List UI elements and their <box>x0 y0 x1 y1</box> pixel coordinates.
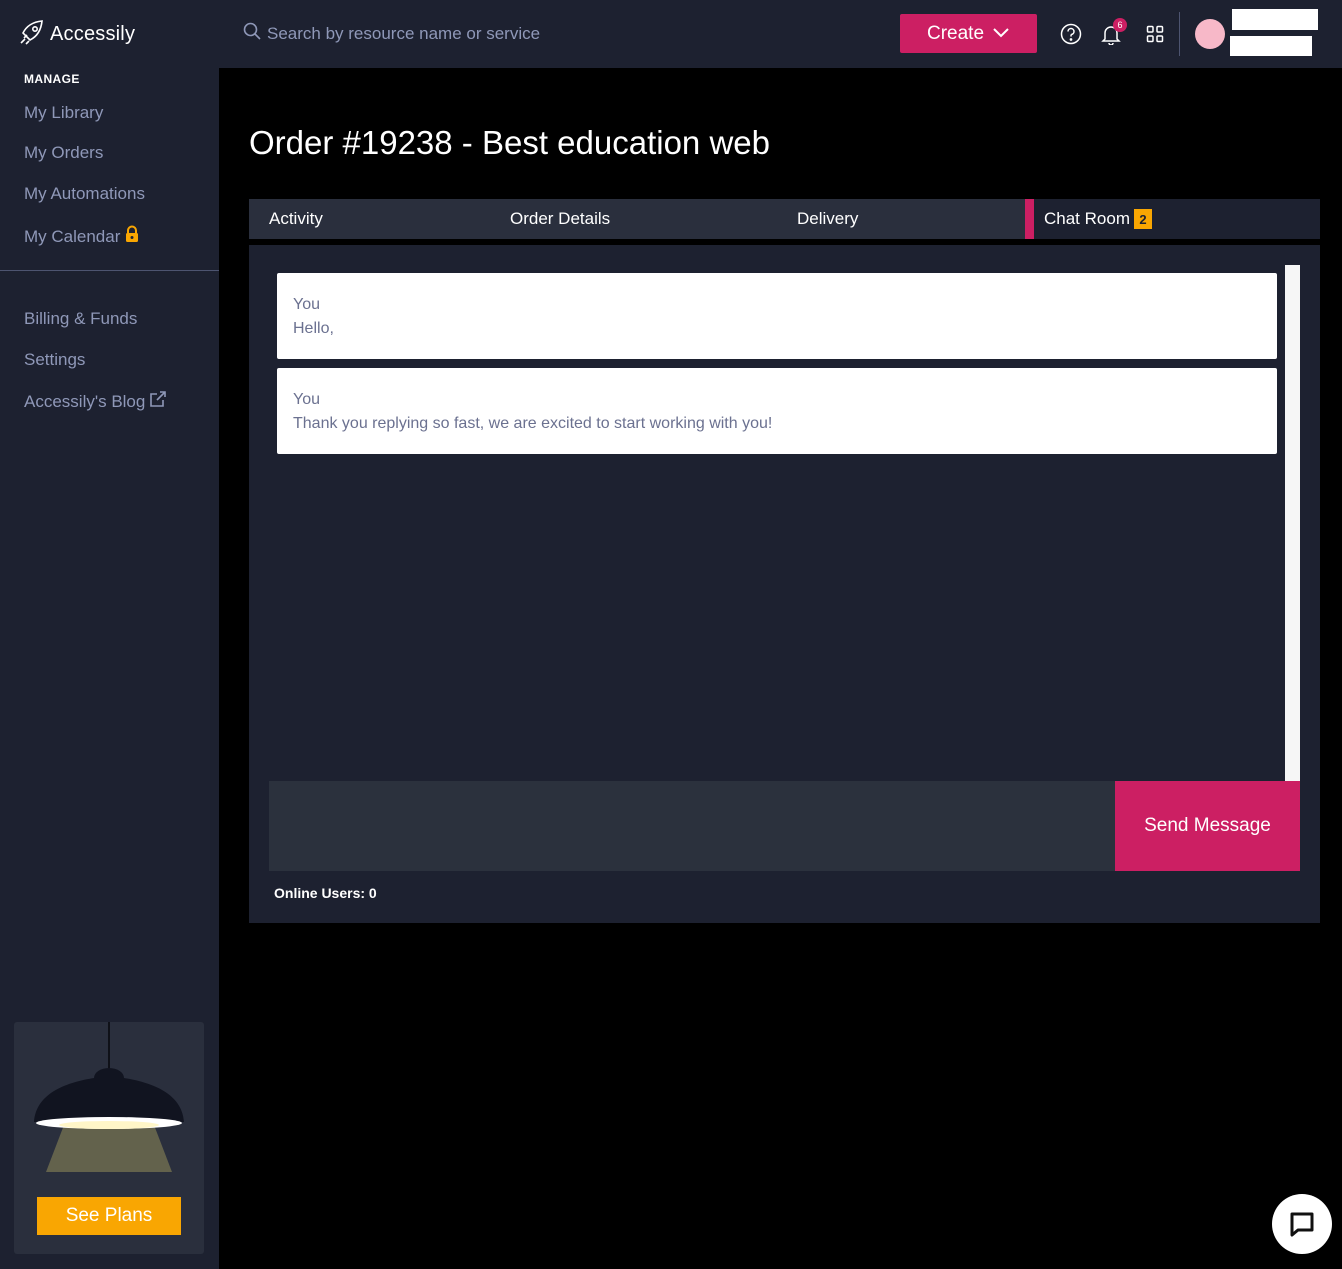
message-author: You <box>293 391 320 408</box>
sidebar-item-label: Billing & Funds <box>24 309 138 328</box>
support-chat-icon[interactable] <box>1272 1194 1332 1254</box>
sidebar-item-my-automations[interactable]: My Automations <box>24 184 145 204</box>
chat-unread-badge: 2 <box>1133 209 1152 229</box>
help-icon[interactable] <box>1059 22 1083 46</box>
online-users-count: Online Users: 0 <box>274 885 377 901</box>
tab-label: Delivery <box>797 209 859 228</box>
chat-message: You Hello, <box>277 273 1277 359</box>
tab-chat-room[interactable]: Chat Room 2 <box>1025 199 1320 239</box>
search-icon <box>243 22 261 45</box>
sidebar-item-billing-funds[interactable]: Billing & Funds <box>24 309 137 329</box>
sidebar-item-label: My Automations <box>24 184 145 203</box>
apps-grid-icon[interactable] <box>1143 22 1167 46</box>
chat-messages: You Hello, You Thank you replying so fas… <box>269 265 1300 781</box>
chat-scrollbar[interactable] <box>1285 265 1300 781</box>
sidebar-section-title: MANAGE <box>24 72 80 86</box>
header-divider <box>1179 12 1180 56</box>
tab-label: Chat Room <box>1044 209 1130 228</box>
message-author: You <box>293 296 320 313</box>
search-bar[interactable] <box>243 22 667 45</box>
create-button-label: Create <box>926 22 985 44</box>
sidebar-item-label: Accessily's Blog <box>24 391 146 411</box>
see-plans-button[interactable]: See Plans <box>37 1197 181 1235</box>
tab-label: Activity <box>269 209 323 228</box>
chat-message: You Thank you replying so fast, we are e… <box>277 368 1277 454</box>
lamp-illustration-icon <box>14 1022 204 1187</box>
tab-delivery[interactable]: Delivery <box>797 199 858 239</box>
order-tabs: Activity Order Details Delivery Chat Roo… <box>249 199 1320 239</box>
chat-panel: You Hello, You Thank you replying so fas… <box>249 245 1320 923</box>
upgrade-promo-card: See Plans <box>14 1022 204 1254</box>
message-input[interactable] <box>269 781 1115 871</box>
sidebar-item-label: My Orders <box>24 143 104 162</box>
sidebar-item-label: My Library <box>24 103 104 122</box>
sidebar-item-label: My Calendar <box>24 226 121 246</box>
user-subtitle-redacted <box>1230 36 1312 56</box>
tab-order-details[interactable]: Order Details <box>510 199 610 239</box>
notifications-bell-icon[interactable]: 6 <box>1099 18 1127 46</box>
avatar[interactable] <box>1195 19 1225 49</box>
tab-label: Order Details <box>510 209 611 228</box>
notification-count-badge: 6 <box>1113 18 1127 32</box>
chevron-down-icon <box>992 23 1010 45</box>
sidebar-item-my-calendar[interactable]: My Calendar <box>24 225 140 248</box>
sidebar-item-blog[interactable]: Accessily's Blog <box>24 390 167 413</box>
external-link-icon <box>149 390 167 413</box>
search-input[interactable] <box>267 23 667 44</box>
brand-name: Accessily <box>50 23 136 45</box>
sidebar-divider <box>0 270 219 271</box>
brand-logo[interactable]: Accessily <box>18 18 135 51</box>
top-header: Create 6 <box>219 0 1342 68</box>
tab-activity[interactable]: Activity <box>269 199 323 239</box>
page-title: Order #19238 - Best education web <box>249 124 770 161</box>
sidebar-item-my-library[interactable]: My Library <box>24 103 103 123</box>
user-name-redacted[interactable] <box>1232 9 1318 30</box>
send-message-button[interactable]: Send Message <box>1115 781 1300 871</box>
sidebar: Accessily MANAGE My Library My Orders My… <box>0 0 219 1269</box>
sidebar-item-settings[interactable]: Settings <box>24 350 85 370</box>
sidebar-item-label: Settings <box>24 350 86 369</box>
lock-icon <box>124 225 140 248</box>
create-button[interactable]: Create <box>900 14 1037 53</box>
rocket-icon <box>18 18 46 51</box>
sidebar-item-my-orders[interactable]: My Orders <box>24 143 103 163</box>
message-text: Thank you replying so fast, we are excit… <box>293 415 773 432</box>
message-text: Hello, <box>293 320 334 337</box>
